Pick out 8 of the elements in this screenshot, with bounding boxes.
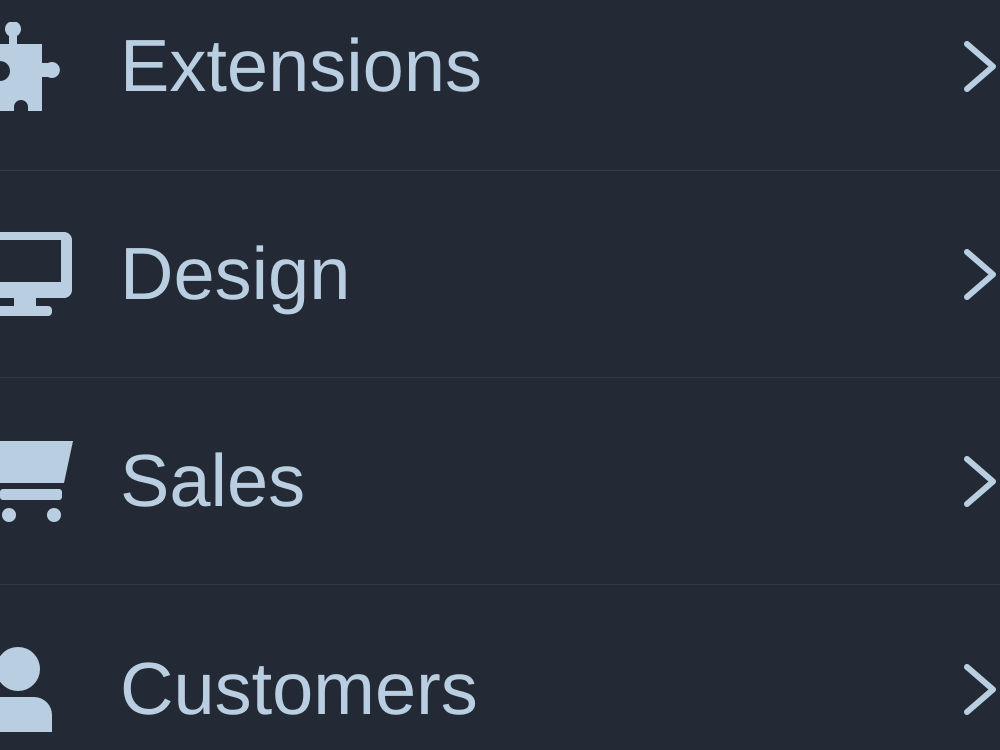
menu-item[interactable]: Customers	[0, 585, 1000, 750]
menu-item[interactable]: Extensions	[0, 0, 1000, 171]
shopping-cart-icon	[0, 439, 73, 523]
menu-item[interactable]: Design	[0, 171, 1000, 378]
monitor-icon	[0, 232, 72, 316]
puzzle-piece-icon	[0, 22, 62, 110]
user-icon	[0, 646, 52, 732]
menu-item[interactable]: Sales	[0, 378, 1000, 585]
